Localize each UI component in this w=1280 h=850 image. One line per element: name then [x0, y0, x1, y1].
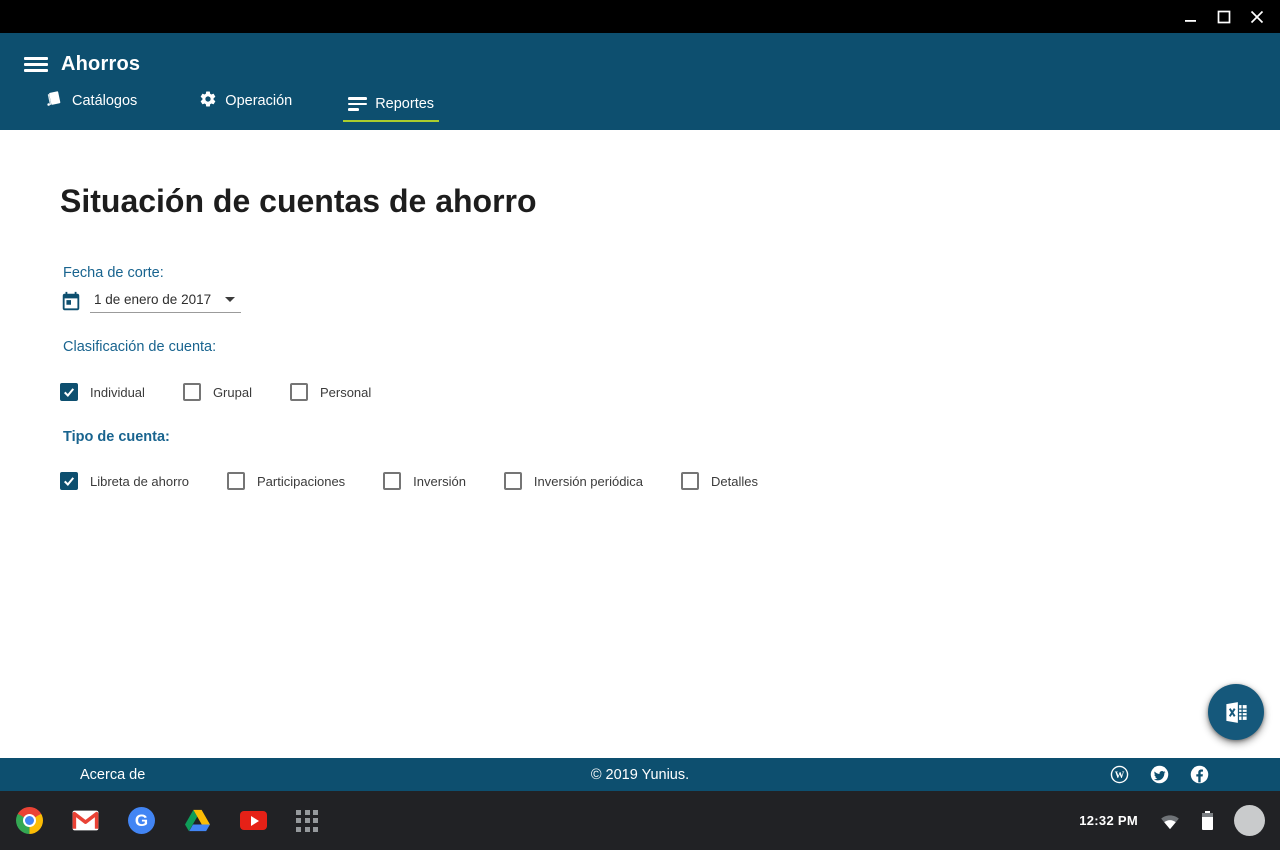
drive-icon[interactable] [184, 808, 211, 833]
checkbox-grupal[interactable]: Grupal [183, 383, 252, 401]
account-type-options: Libreta de ahorro Participaciones Invers… [60, 472, 1280, 490]
classification-options: Individual Grupal Personal [60, 383, 1280, 401]
date-select[interactable]: 1 de enero de 2017 [90, 292, 241, 313]
app-title: Ahorros [61, 53, 140, 76]
date-value: 1 de enero de 2017 [94, 292, 211, 307]
wordpress-icon[interactable]: W [1109, 764, 1130, 785]
date-filter-label: Fecha de corte: [63, 265, 1280, 281]
hamburger-icon[interactable] [24, 57, 48, 72]
taskbar-apps: G [16, 807, 318, 834]
checkbox-label: Inversión [413, 474, 466, 489]
chevron-down-icon [225, 297, 235, 302]
checkbox-inversion-periodica[interactable]: Inversión periódica [504, 472, 643, 490]
report-lines-icon [348, 97, 367, 111]
taskbar: G 12:32 PM [0, 791, 1280, 850]
checkbox-label: Individual [90, 385, 145, 400]
checkbox-box[interactable] [60, 472, 78, 490]
svg-text:W: W [1115, 770, 1125, 781]
checkbox-detalles[interactable]: Detalles [681, 472, 758, 490]
export-excel-fab[interactable] [1208, 684, 1264, 740]
checkbox-inversion[interactable]: Inversión [383, 472, 466, 490]
close-icon[interactable] [1250, 10, 1264, 24]
checkbox-individual[interactable]: Individual [60, 383, 145, 401]
checkbox-label: Participaciones [257, 474, 345, 489]
checkbox-box[interactable] [227, 472, 245, 490]
checkbox-label: Personal [320, 385, 371, 400]
main-content: Situación de cuentas de ahorro Fecha de … [0, 130, 1280, 758]
wifi-icon [1159, 812, 1181, 830]
gear-icon [199, 90, 217, 112]
classification-label: Clasificación de cuenta: [63, 339, 1280, 355]
checkbox-box[interactable] [504, 472, 522, 490]
account-type-label: Tipo de cuenta: [63, 429, 1280, 445]
checkbox-libreta-de-ahorro[interactable]: Libreta de ahorro [60, 472, 189, 490]
book-icon [45, 89, 64, 112]
checkbox-personal[interactable]: Personal [290, 383, 371, 401]
youtube-icon[interactable] [240, 811, 267, 830]
checkbox-label: Inversión periódica [534, 474, 643, 489]
twitter-icon[interactable] [1149, 764, 1170, 785]
minimize-icon[interactable] [1184, 10, 1198, 24]
clock: 12:32 PM [1079, 813, 1138, 828]
window-controls [1184, 10, 1264, 24]
excel-icon [1223, 699, 1250, 726]
date-filter: 1 de enero de 2017 [60, 291, 1280, 313]
tab-label: Reportes [375, 96, 434, 112]
checkbox-box[interactable] [681, 472, 699, 490]
checkbox-box[interactable] [183, 383, 201, 401]
checkbox-label: Detalles [711, 474, 758, 489]
checkbox-participaciones[interactable]: Participaciones [227, 472, 345, 490]
tab-catalogos[interactable]: Catálogos [40, 89, 142, 122]
checkbox-label: Libreta de ahorro [90, 474, 189, 489]
tab-label: Operación [225, 93, 292, 109]
app-header: Ahorros Catálogos [0, 33, 1280, 130]
checkbox-label: Grupal [213, 385, 252, 400]
app-window: Ahorros Catálogos [0, 0, 1280, 850]
tab-reportes[interactable]: Reportes [343, 96, 439, 122]
google-icon[interactable]: G [128, 807, 155, 834]
checkbox-box[interactable] [290, 383, 308, 401]
checkbox-box[interactable] [60, 383, 78, 401]
social-links: W [1109, 764, 1210, 785]
launcher-icon[interactable] [296, 810, 318, 832]
calendar-icon[interactable] [60, 291, 82, 313]
maximize-icon[interactable] [1217, 10, 1231, 24]
window-title-bar [0, 0, 1280, 33]
tab-label: Catálogos [72, 93, 137, 109]
battery-icon [1202, 811, 1213, 831]
status-tray[interactable]: 12:32 PM [1079, 805, 1265, 836]
checkbox-box[interactable] [383, 472, 401, 490]
chrome-icon[interactable] [16, 807, 43, 834]
facebook-icon[interactable] [1189, 764, 1210, 785]
copyright-text: © 2019 Yunius. [0, 767, 1280, 783]
avatar[interactable] [1234, 805, 1265, 836]
page-title: Situación de cuentas de ahorro [0, 130, 1280, 217]
footer: Acerca de © 2019 Yunius. W [0, 758, 1280, 791]
tab-bar: Catálogos Operación Reportes [24, 89, 1280, 122]
tab-operacion[interactable]: Operación [194, 90, 297, 122]
gmail-icon[interactable] [72, 810, 99, 831]
